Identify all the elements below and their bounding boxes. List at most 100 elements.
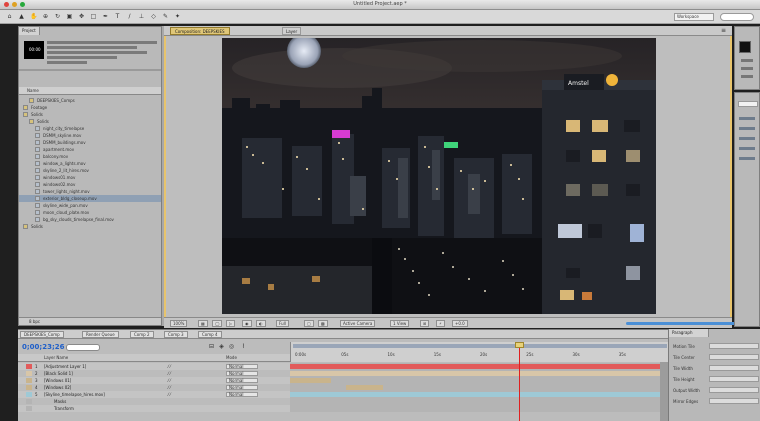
zoom-tool-icon[interactable]: ⊕ xyxy=(42,13,49,20)
close-window-icon[interactable] xyxy=(4,2,9,7)
type-tool-icon[interactable]: T xyxy=(114,13,121,20)
layer-switches[interactable]: ⁄ ⁄ xyxy=(168,363,171,370)
view-layout-select[interactable]: 1 View xyxy=(390,320,410,327)
layer-switches[interactable]: ⁄ ⁄ xyxy=(168,384,171,391)
layer-name[interactable]: [Black Solid 1] xyxy=(44,370,73,377)
effects-search-input[interactable] xyxy=(738,101,758,107)
composition-tab[interactable]: Composition: DEEPSKIES xyxy=(170,27,230,35)
snapshot-icon[interactable]: ◉ xyxy=(242,320,252,327)
layer-label-color[interactable] xyxy=(26,406,32,411)
layer-switches[interactable]: ⁄ ⁄ xyxy=(168,370,171,377)
camera-tool-icon[interactable]: ▣ xyxy=(66,13,73,20)
project-list-item[interactable]: Solids xyxy=(19,118,161,125)
property-value-field[interactable] xyxy=(709,398,759,404)
timeline-scrollbar[interactable] xyxy=(660,362,668,421)
layer-label-color[interactable] xyxy=(26,385,32,390)
workspace-select[interactable]: Workspace xyxy=(674,13,714,21)
tab-timeline-comp[interactable]: DEEPSKIES_Comp xyxy=(20,331,64,338)
project-tab[interactable]: Project xyxy=(19,27,40,35)
composition-canvas[interactable]: Amstel xyxy=(222,38,656,314)
layer-switches[interactable]: ⁄ ⁄ xyxy=(168,377,171,384)
blend-mode-select[interactable]: Normal xyxy=(226,385,258,390)
roi-icon[interactable]: ▢ xyxy=(304,320,314,327)
layer-label-color[interactable] xyxy=(26,371,32,376)
project-list-item[interactable]: DSMM_skyline.mov xyxy=(19,132,161,139)
layer-name[interactable]: [Skyline_timelapse_hires.mov] xyxy=(44,391,105,398)
motion-blur-icon[interactable]: ◎ xyxy=(228,343,235,350)
current-timecode[interactable]: 0;00;23;26 xyxy=(22,343,65,351)
composition-mini-flowchart-icon[interactable]: ⊟ xyxy=(208,343,215,350)
project-list-item[interactable]: moon_cloud_plate.mov xyxy=(19,209,161,216)
blend-mode-select[interactable]: Normal xyxy=(226,371,258,376)
project-list-item[interactable]: exterior_bldg_closeup.mov xyxy=(19,195,161,202)
property-value-field[interactable] xyxy=(709,376,759,382)
layer-label-color[interactable] xyxy=(26,399,32,404)
pan-behind-tool-icon[interactable]: ✥ xyxy=(78,13,85,20)
mask-visibility-icon[interactable]: ◯ xyxy=(212,320,223,327)
project-list-item[interactable]: balcony.mov xyxy=(19,153,161,160)
mask-tool-icon[interactable]: □ xyxy=(90,13,97,20)
layer-switches[interactable]: ⁄ ⁄ xyxy=(168,391,171,398)
timeline-layer-row[interactable]: 1 [Adjustment Layer 1] ⁄ ⁄ Normal xyxy=(18,363,290,370)
tab-comp-3[interactable]: Comp 3 xyxy=(164,331,188,338)
selection-tool-icon[interactable]: ▲ xyxy=(18,13,25,20)
layer-label-color[interactable] xyxy=(26,378,32,383)
project-list-item[interactable]: Solids xyxy=(19,111,161,118)
property-value-field[interactable] xyxy=(709,354,759,360)
layer-search-input[interactable] xyxy=(66,344,100,351)
timeline-layer-row[interactable]: 5 [Skyline_timelapse_hires.mov] ⁄ ⁄ Normal xyxy=(18,391,290,398)
timeline-layer-row[interactable]: 3 [Windows 01] ⁄ ⁄ Normal xyxy=(18,377,290,384)
grid-toggle-icon[interactable]: ▦ xyxy=(198,320,208,327)
tab-render-queue[interactable]: Render Queue xyxy=(82,331,119,338)
properties-tab[interactable]: Paragraph xyxy=(669,329,709,337)
exposure-field[interactable]: +0.0 xyxy=(452,320,468,327)
blend-mode-select[interactable]: Normal xyxy=(226,378,258,383)
project-list-item[interactable]: DEEPSKIES_Comps xyxy=(19,97,161,104)
current-time-field[interactable]: ▷ xyxy=(226,320,236,327)
project-list-item[interactable]: tower_lights_night.mov xyxy=(19,188,161,195)
project-list-item[interactable]: bg_sky_clouds_timelapse_final.mov xyxy=(19,216,161,223)
hand-tool-icon[interactable]: ✋ xyxy=(30,13,37,20)
layer-name[interactable]: Transform xyxy=(54,405,74,412)
maximize-window-icon[interactable] xyxy=(20,2,25,7)
fast-previews-icon[interactable]: ⚡ xyxy=(436,320,445,327)
eraser-tool-icon[interactable]: ◇ xyxy=(150,13,157,20)
project-list-item[interactable]: DSMM_buildings.mov xyxy=(19,139,161,146)
layer-name[interactable]: Masks xyxy=(54,398,66,405)
layer-name[interactable]: [Windows 02] xyxy=(44,384,71,391)
work-area-bar[interactable] xyxy=(293,344,667,348)
timeline-layer-row[interactable]: 4 [Windows 02] ⁄ ⁄ Normal xyxy=(18,384,290,391)
clone-stamp-tool-icon[interactable]: ⊥ xyxy=(138,13,145,20)
layer-name[interactable]: [Windows 01] xyxy=(44,377,71,384)
project-list-item[interactable]: windows01.mov xyxy=(19,174,161,181)
panel-menu-icon[interactable]: ≡ xyxy=(720,27,727,34)
layer-duration-bar[interactable] xyxy=(290,364,660,369)
channel-icon[interactable]: ◐ xyxy=(256,320,266,327)
property-value-field[interactable] xyxy=(709,387,759,393)
minimize-window-icon[interactable] xyxy=(12,2,17,7)
timeline-layer-row[interactable]: Masks xyxy=(18,398,290,405)
time-ruler[interactable]: 0:00s 05s 10s 15s 20s 25s 30s 35s xyxy=(290,342,668,362)
transparency-grid-icon[interactable]: ▩ xyxy=(318,320,328,327)
project-list-item[interactable]: skyline_2_lit_hires.mov xyxy=(19,167,161,174)
pen-tool-icon[interactable]: ✒ xyxy=(102,13,109,20)
puppet-tool-icon[interactable]: ✦ xyxy=(174,13,181,20)
help-search-input[interactable] xyxy=(720,13,754,21)
project-list-item[interactable]: windows02.mov xyxy=(19,181,161,188)
draft-3d-icon[interactable]: ◈ xyxy=(218,343,225,350)
property-value-field[interactable] xyxy=(709,343,759,349)
brush-tool-icon[interactable]: ∕ xyxy=(126,13,133,20)
color-swatch[interactable] xyxy=(739,41,751,53)
project-list-item[interactable]: Footage xyxy=(19,104,161,111)
layer-duration-bar[interactable] xyxy=(290,378,331,383)
resolution-select[interactable]: Full xyxy=(276,320,289,327)
pixel-aspect-icon[interactable]: ⊞ xyxy=(420,320,430,327)
bit-depth-label[interactable]: 8 bpc xyxy=(29,319,40,324)
layer-label-color[interactable] xyxy=(26,364,32,369)
camera-select[interactable]: Active Camera xyxy=(340,320,376,327)
tab-comp-2[interactable]: Comp 2 xyxy=(130,331,154,338)
layer-label-color[interactable] xyxy=(26,392,32,397)
project-list-item[interactable]: window_a_lights.mov xyxy=(19,160,161,167)
tab-comp-4[interactable]: Comp 4 xyxy=(198,331,222,338)
project-list-item[interactable]: apartment.mov xyxy=(19,146,161,153)
